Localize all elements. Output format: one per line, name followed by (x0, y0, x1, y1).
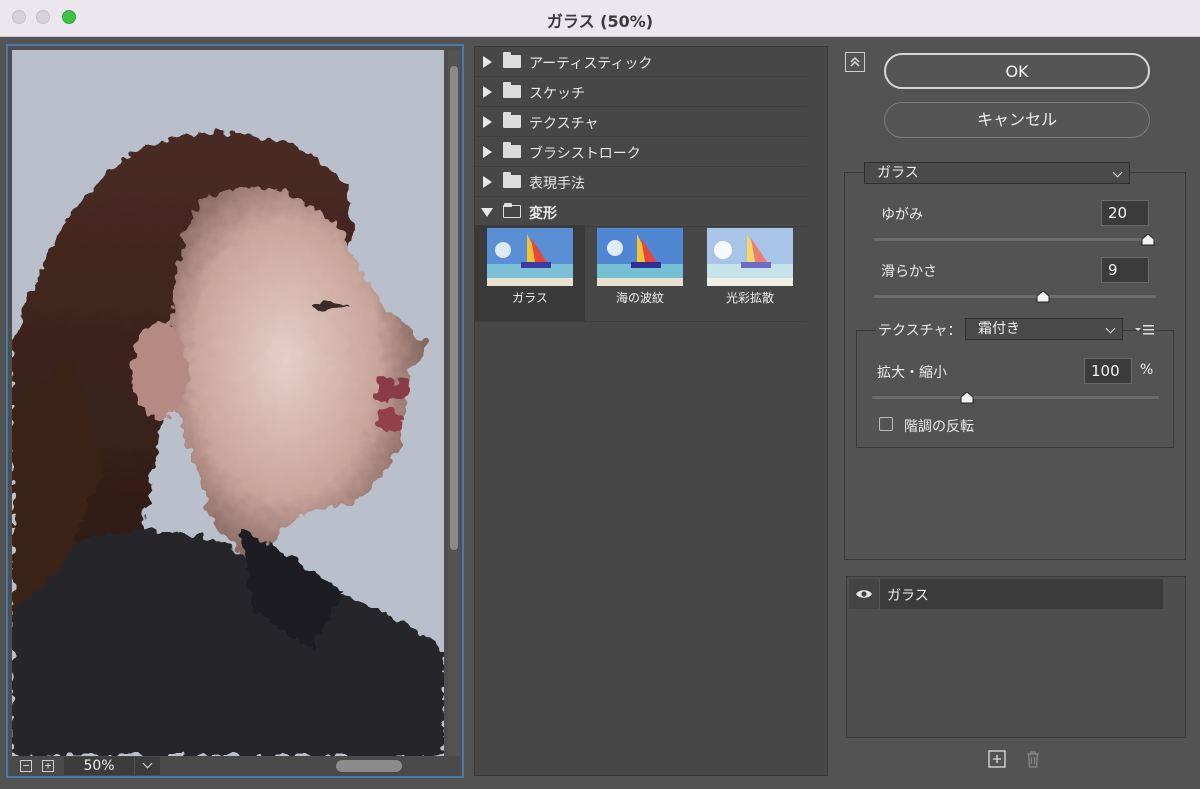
distortion-slider[interactable] (874, 238, 1156, 241)
scaling-label: 拡大・縮小 (877, 365, 947, 381)
add-icon (988, 750, 1006, 768)
double-chevron-up-icon (850, 56, 860, 67)
category-label: スケッチ (529, 86, 585, 102)
category-label: 変形 (529, 206, 557, 222)
filter-thumb-diffuse-glow[interactable]: 光彩拡散 (695, 225, 805, 321)
effect-layers-panel: ガラス (846, 576, 1186, 738)
preview-vertical-scrollbar[interactable] (448, 50, 460, 756)
filter-preview-image (597, 228, 683, 286)
category-distort[interactable]: 変形 (475, 197, 807, 227)
smoothness-input[interactable]: 9 (1101, 257, 1149, 283)
filter-select-value: ガラス (877, 165, 919, 181)
eye-icon (856, 590, 872, 598)
window-title: ガラス (50%) (546, 12, 654, 31)
chevron-down-icon (1105, 323, 1116, 334)
disclosure-triangle-icon (483, 146, 492, 158)
category-label: ブラシストローク (529, 146, 641, 162)
vertical-scroll-thumb[interactable] (450, 66, 458, 550)
filter-preview-image (707, 228, 793, 286)
chevron-down-icon (1112, 167, 1123, 178)
distortion-input[interactable]: 20 (1101, 200, 1149, 226)
category-label: アーティスティック (529, 56, 653, 72)
zoom-dropdown[interactable] (134, 757, 160, 775)
folder-icon (503, 142, 521, 158)
zoom-out-button[interactable]: − (20, 760, 32, 772)
chevron-down-icon (142, 758, 153, 769)
category-label: 表現手法 (529, 176, 585, 192)
category-artistic[interactable]: アーティスティック (475, 47, 807, 77)
effect-layer-row[interactable]: ガラス (849, 579, 1163, 609)
open-folder-icon (503, 203, 521, 218)
disclosure-triangle-icon (483, 56, 492, 68)
category-sketch[interactable]: スケッチ (475, 77, 807, 107)
ok-button[interactable]: OK (884, 53, 1150, 89)
invert-checkbox[interactable] (879, 417, 893, 431)
preview-panel: − + 50% (6, 44, 464, 778)
filter-thumb-ocean-ripple[interactable]: 海の波紋 (585, 225, 695, 321)
filter-thumb-label: 光彩拡散 (725, 291, 774, 305)
invert-label: 階調の反転 (904, 419, 974, 435)
zoom-level[interactable]: 50% (64, 757, 134, 775)
category-label: テクスチャ (529, 116, 599, 132)
disclosure-triangle-open-icon (481, 208, 493, 217)
filter-thumb-label: 海の波紋 (615, 291, 664, 305)
effect-layer-name: ガラス (887, 588, 929, 604)
filter-preview-image (487, 228, 573, 286)
texture-select-value: 霜付き (978, 321, 1020, 337)
disclosure-triangle-icon (483, 86, 492, 98)
folder-icon (503, 112, 521, 128)
zoom-in-button[interactable]: + (42, 760, 54, 772)
delete-effect-layer-button[interactable] (1024, 750, 1042, 768)
horizontal-scroll-thumb[interactable] (336, 760, 402, 772)
zoom-bar: − + 50% (10, 756, 460, 776)
category-texture[interactable]: テクスチャ (475, 107, 807, 137)
category-stylize[interactable]: 表現手法 (475, 167, 807, 197)
smoothness-label: 滑らかさ (881, 264, 937, 280)
filter-select[interactable]: ガラス (864, 162, 1130, 184)
trash-icon (1027, 751, 1039, 768)
new-effect-layer-button[interactable] (988, 750, 1006, 768)
preview-image[interactable] (12, 50, 444, 756)
cancel-button[interactable]: キャンセル (884, 102, 1150, 138)
texture-label: テクスチャ： (876, 320, 966, 340)
divider (475, 321, 807, 322)
folder-icon (503, 52, 521, 68)
texture-menu-icon[interactable] (1134, 322, 1156, 336)
visibility-toggle[interactable] (849, 579, 880, 609)
filter-gallery: アーティスティック スケッチ テクスチャ ブラシストローク 表現手法 変形 ガラ… (474, 46, 828, 776)
disclosure-triangle-icon (483, 116, 492, 128)
filter-thumb-label: ガラス (512, 291, 548, 305)
distortion-label: ゆがみ (881, 207, 923, 223)
smoothness-slider[interactable] (874, 295, 1156, 298)
folder-icon (503, 82, 521, 98)
scaling-unit: % (1140, 362, 1154, 378)
disclosure-triangle-icon (483, 176, 492, 188)
filter-thumb-glass[interactable]: ガラス (475, 225, 585, 321)
category-brush-strokes[interactable]: ブラシストローク (475, 137, 807, 167)
collapse-gallery-button[interactable] (845, 52, 865, 72)
title-bar: ガラス (50%) (0, 0, 1200, 37)
folder-icon (503, 172, 521, 188)
scaling-input[interactable]: 100 (1084, 358, 1132, 384)
scaling-slider[interactable] (872, 396, 1159, 399)
texture-select[interactable]: 霜付き (965, 318, 1123, 340)
